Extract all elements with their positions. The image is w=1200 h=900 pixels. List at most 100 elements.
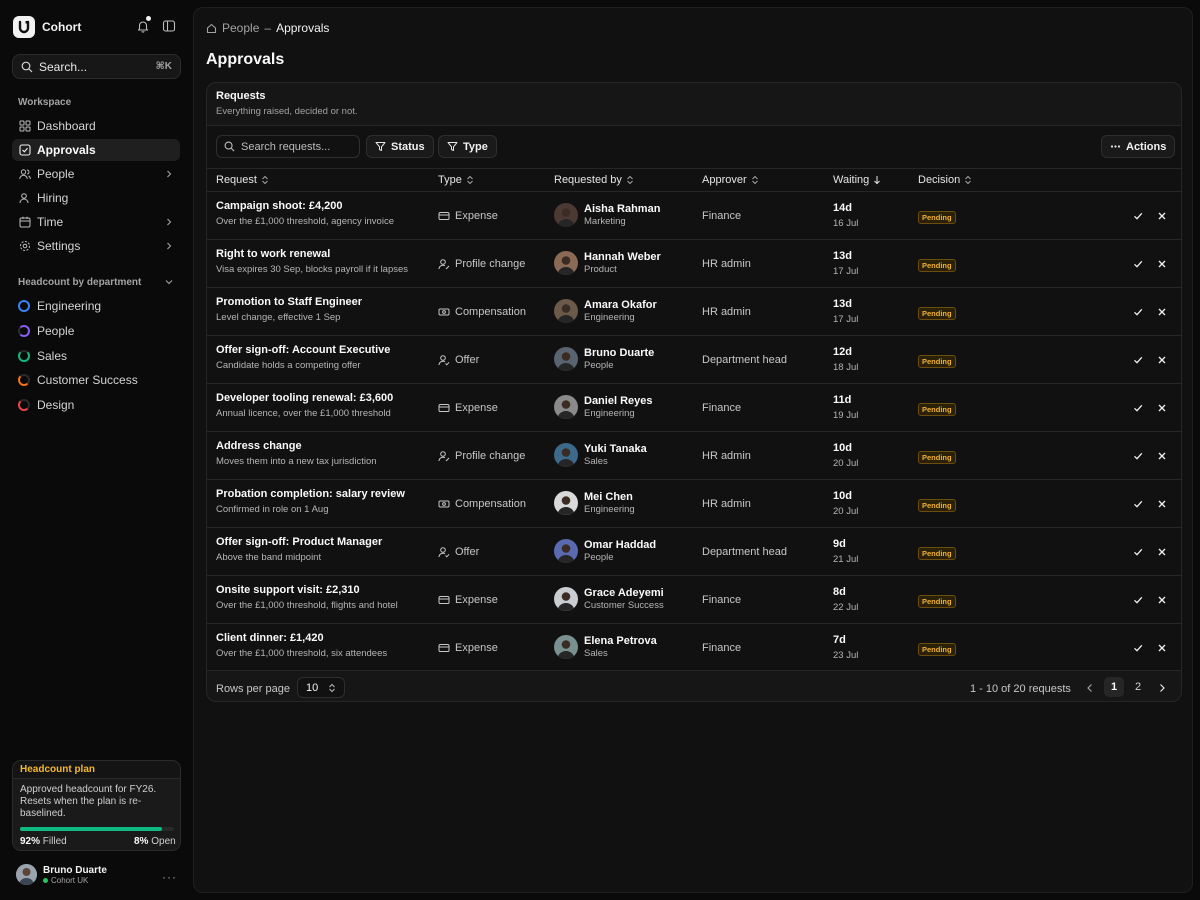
avatar: [554, 347, 578, 371]
approve-check-icon[interactable]: [1132, 642, 1144, 654]
status-badge: Pending: [918, 211, 956, 224]
table-row[interactable]: Client dinner: £1,420 Over the £1,000 thr…: [207, 624, 1181, 672]
requested-by-cell: Omar Haddad People: [554, 539, 656, 563]
requests-search-input[interactable]: Search requests...: [216, 135, 360, 158]
column-header-request[interactable]: Request: [216, 174, 269, 186]
approve-check-icon[interactable]: [1132, 546, 1144, 558]
request-cell: Developer tooling renewal: £3,600 Annual …: [216, 392, 431, 419]
waiting-days: 11d: [833, 394, 852, 406]
type-cell: Compensation: [438, 498, 526, 510]
table-row[interactable]: Probation completion: salary review Confi…: [207, 480, 1181, 528]
banknote-icon: [438, 498, 450, 510]
column-header-type[interactable]: Type: [438, 174, 474, 186]
approve-check-icon[interactable]: [1132, 354, 1144, 366]
approve-check-icon[interactable]: [1132, 450, 1144, 462]
approver-cell: HR admin: [702, 258, 751, 270]
department-customer-success[interactable]: Customer Success: [12, 369, 180, 391]
department-people[interactable]: People: [12, 320, 180, 342]
approver-cell: Finance: [702, 594, 742, 606]
table-row[interactable]: Onsite support visit: £2,310 Over the £1,…: [207, 576, 1181, 624]
waiting-cell: 14d 16 Jul: [833, 202, 858, 229]
prev-page-icon[interactable]: [1084, 682, 1096, 694]
sidebar: Cohort Search... ⌘K Workspace Dashboard …: [0, 0, 193, 900]
reject-close-icon[interactable]: [1156, 306, 1168, 318]
approve-check-icon[interactable]: [1132, 258, 1144, 270]
table-row[interactable]: Developer tooling renewal: £3,600 Annual …: [207, 384, 1181, 432]
column-header-waiting[interactable]: Waiting: [833, 174, 881, 186]
department-label: Customer Success: [37, 373, 138, 387]
user-menu-button[interactable]: ···: [162, 870, 177, 884]
table-row[interactable]: Address change Moves them into a new tax …: [207, 432, 1181, 480]
breadcrumb-people[interactable]: People: [222, 21, 259, 35]
reject-close-icon[interactable]: [1156, 498, 1168, 510]
sidebar-item-approvals[interactable]: Approvals: [12, 139, 180, 161]
reject-close-icon[interactable]: [1156, 210, 1168, 222]
department-engineering[interactable]: Engineering: [12, 295, 180, 317]
sidebar-item-people[interactable]: People: [12, 163, 180, 185]
actions-button[interactable]: Actions: [1101, 135, 1176, 158]
reject-close-icon[interactable]: [1156, 354, 1168, 366]
department-design[interactable]: Design: [12, 394, 180, 416]
page-button-1[interactable]: 1: [1104, 677, 1124, 697]
department-label: Sales: [37, 349, 68, 363]
sidebar-search[interactable]: Search... ⌘K: [12, 54, 181, 79]
waiting-since-date: 22 Jul: [833, 602, 859, 613]
approve-check-icon[interactable]: [1132, 498, 1144, 510]
sidebar-item-hiring[interactable]: Hiring: [12, 187, 180, 209]
table-row[interactable]: Offer sign-off: Product Manager Above the…: [207, 528, 1181, 576]
sidebar-item-time[interactable]: Time: [12, 211, 180, 233]
user-profile[interactable]: Bruno Duarte Cohort UK: [16, 864, 107, 885]
workspace-label: Workspace: [18, 97, 72, 108]
column-header-decision[interactable]: Decision: [918, 174, 972, 186]
reject-close-icon[interactable]: [1156, 594, 1168, 606]
status-badge: Pending: [918, 547, 956, 560]
page-title: Approvals: [206, 51, 285, 68]
reject-close-icon[interactable]: [1156, 546, 1168, 558]
brand[interactable]: Cohort: [13, 16, 81, 38]
rows-per-page-value: 10: [306, 681, 319, 694]
column-header-requested-by[interactable]: Requested by: [554, 174, 634, 186]
page-button-2[interactable]: 2: [1128, 677, 1148, 697]
type-filter-button[interactable]: Type: [438, 135, 497, 158]
requests-table: Search requests... Status Type Actions R…: [207, 125, 1181, 672]
approve-check-icon[interactable]: [1132, 594, 1144, 606]
home-icon[interactable]: [206, 23, 217, 34]
department-sales[interactable]: Sales: [12, 345, 180, 367]
requester-department: Marketing: [584, 216, 626, 227]
reject-close-icon[interactable]: [1156, 450, 1168, 462]
table-row[interactable]: Promotion to Staff Engineer Level change,…: [207, 288, 1181, 336]
waiting-since-date: 23 Jul: [833, 650, 859, 661]
bell-icon[interactable]: [136, 19, 150, 33]
rows-per-page-select[interactable]: 10: [297, 677, 345, 698]
request-cell: Offer sign-off: Account Executive Candida…: [216, 344, 431, 371]
sort-icon: [964, 175, 972, 185]
search-shortcut: ⌘K: [155, 61, 173, 72]
request-title: Campaign shoot: £4,200: [216, 200, 343, 212]
waiting-cell: 13d 17 Jul: [833, 298, 858, 325]
next-page-icon[interactable]: [1156, 682, 1168, 694]
waiting-days: 10d: [833, 490, 852, 502]
request-type: Expense: [455, 402, 498, 414]
department-label: Design: [37, 398, 75, 412]
sidebar-item-settings[interactable]: Settings: [12, 235, 180, 257]
reject-close-icon[interactable]: [1156, 642, 1168, 654]
request-description: Candidate holds a competing offer: [216, 360, 361, 371]
table-row[interactable]: Right to work renewal Visa expires 30 Sep…: [207, 240, 1181, 288]
requester-name: Elena Petrova: [584, 635, 657, 647]
reject-close-icon[interactable]: [1156, 258, 1168, 270]
banknote-icon: [438, 306, 450, 318]
waiting-cell: 12d 18 Jul: [833, 346, 858, 373]
column-header-approver[interactable]: Approver: [702, 174, 759, 186]
approve-check-icon[interactable]: [1132, 306, 1144, 318]
actions-label: Actions: [1126, 140, 1167, 153]
departments-header[interactable]: Headcount by department: [12, 271, 180, 293]
approve-check-icon[interactable]: [1132, 210, 1144, 222]
arrow-down-icon: [873, 175, 881, 185]
panel-toggle-icon[interactable]: [162, 19, 176, 33]
table-row[interactable]: Campaign shoot: £4,200 Over the £1,000 th…: [207, 192, 1181, 240]
status-filter-button[interactable]: Status: [366, 135, 434, 158]
approve-check-icon[interactable]: [1132, 402, 1144, 414]
table-row[interactable]: Offer sign-off: Account Executive Candida…: [207, 336, 1181, 384]
reject-close-icon[interactable]: [1156, 402, 1168, 414]
sidebar-item-dashboard[interactable]: Dashboard: [12, 115, 180, 137]
